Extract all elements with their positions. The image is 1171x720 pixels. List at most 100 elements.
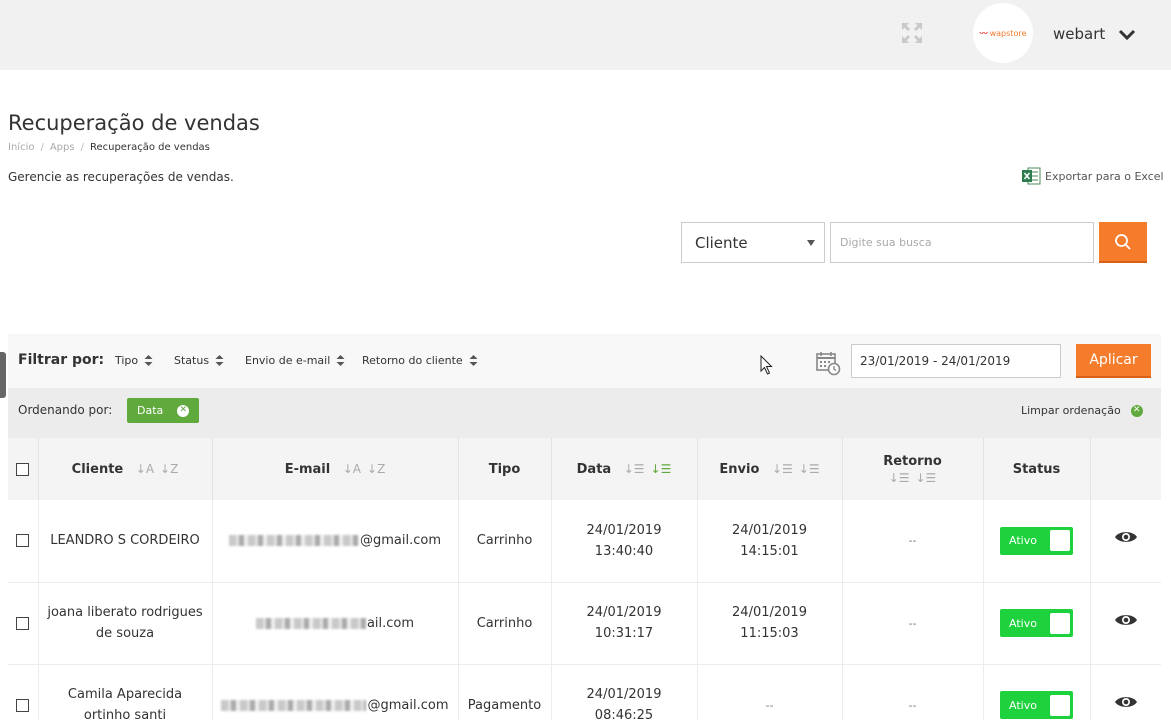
eye-icon[interactable] [1114, 530, 1138, 544]
cell-actions [1090, 582, 1161, 665]
cell-email: ail.com [212, 582, 459, 665]
sort-desc-icon[interactable]: ↓Z [367, 462, 385, 476]
cell-status: Ativo [983, 500, 1091, 583]
redacted-email [221, 699, 367, 711]
breadcrumb-separator: / [40, 142, 44, 153]
sort-desc-icon[interactable]: ↓☰ [916, 471, 937, 485]
clear-sort-icon: ✕ [1130, 404, 1143, 417]
sort-desc-icon[interactable]: ↓Z [160, 462, 178, 476]
select-all-checkbox[interactable] [16, 462, 30, 476]
cell-data: 24/01/2019 10:31:17 [551, 582, 698, 665]
sort-label: Ordenando por: [18, 403, 113, 417]
export-excel-link[interactable]: Exportar para o Excel [1021, 166, 1164, 186]
mouse-cursor-icon [760, 355, 773, 375]
username[interactable]: webart [1053, 25, 1105, 43]
header-actions [1090, 438, 1161, 500]
sort-asc-icon[interactable]: ↓☰ [772, 462, 793, 476]
toggle-knob [1050, 694, 1070, 716]
sort-updown-icon [469, 355, 478, 366]
sort-alpha-icons[interactable]: ↓A ↓Z [136, 462, 179, 476]
header-select-all [8, 438, 39, 500]
filter-status[interactable]: Status [174, 354, 224, 367]
eye-icon[interactable] [1114, 695, 1138, 709]
status-toggle-label: Ativo [1009, 698, 1037, 712]
apply-button[interactable]: Aplicar [1076, 344, 1151, 378]
sort-asc-icon[interactable]: ↓☰ [624, 462, 645, 476]
chevron-down-icon[interactable] [1117, 27, 1137, 43]
cell-tipo: Carrinho [458, 500, 552, 583]
calendar-clock-icon[interactable] [815, 350, 841, 376]
sort-asc-icon[interactable]: ↓☰ [889, 471, 910, 485]
cell-retorno: -- [842, 664, 984, 720]
filter-bar: Filtrar por: Tipo Status Envio de e-mail… [8, 334, 1161, 388]
search-input[interactable] [830, 222, 1094, 263]
sort-asc-icon[interactable]: ↓A [343, 462, 361, 476]
toggle-knob [1050, 612, 1070, 634]
data-date: 24/01/2019 [586, 522, 662, 538]
sort-numeric-icons[interactable]: ↓☰ ↓☰ [772, 462, 820, 476]
filter-envio-email[interactable]: Envio de e-mail [245, 354, 345, 367]
sort-desc-active-icon[interactable]: ↓☰ [651, 462, 672, 476]
header-email[interactable]: E-mail ↓A ↓Z [212, 438, 459, 500]
sort-alpha-icons[interactable]: ↓A ↓Z [343, 462, 386, 476]
data-time: 08:46:25 [594, 708, 654, 720]
breadcrumb-inicio[interactable]: Início [8, 142, 34, 153]
status-toggle[interactable]: Ativo [1000, 609, 1073, 637]
row-checkbox[interactable] [16, 534, 30, 548]
avatar[interactable]: 〰 wapstore [973, 3, 1033, 63]
status-toggle[interactable]: Ativo [1000, 526, 1073, 555]
row-checkbox[interactable] [16, 698, 30, 712]
header-data[interactable]: Data ↓☰ ↓☰ [551, 438, 698, 500]
header-envio[interactable]: Envio ↓☰ ↓☰ [697, 438, 843, 500]
envio-date: 24/01/2019 [732, 522, 807, 538]
envio-time: 14:15:01 [740, 543, 799, 559]
sort-desc-icon[interactable]: ↓☰ [799, 462, 820, 476]
breadcrumb-apps[interactable]: Apps [50, 142, 75, 153]
sort-asc-icon[interactable]: ↓A [136, 462, 154, 476]
sort-updown-icon [144, 355, 153, 366]
clear-sort-label: Limpar ordenação [1021, 404, 1121, 417]
sort-numeric-icons[interactable]: ↓☰ ↓☰ [624, 462, 672, 476]
redacted-email [228, 535, 359, 547]
header-cliente[interactable]: Cliente ↓A ↓Z [38, 438, 213, 500]
logo-text: wapstore [989, 28, 1027, 38]
header-status-label: Status [1012, 461, 1061, 477]
breadcrumb: Início / Apps / Recuperação de vendas [8, 142, 210, 153]
cell-retorno: -- [842, 500, 984, 583]
header-email-label: E-mail [284, 461, 331, 477]
envio-date: -- [765, 698, 774, 712]
sort-numeric-icons[interactable]: ↓☰ ↓☰ [847, 471, 979, 485]
eye-icon[interactable] [1114, 613, 1138, 627]
filter-retorno-cliente[interactable]: Retorno do cliente [362, 354, 478, 367]
cell-cliente: LEANDRO S CORDEIRO [38, 500, 213, 583]
header-tipo-label: Tipo [488, 461, 521, 477]
header-data-label: Data [576, 461, 612, 477]
status-toggle[interactable]: Ativo [1000, 691, 1073, 719]
clear-sort-link[interactable]: Limpar ordenação ✕ [1021, 404, 1143, 417]
header-cliente-label: Cliente [71, 461, 124, 477]
table-row: Camila Aparecida ortinho santi @gmail.co… [8, 664, 1161, 720]
export-label: Exportar para o Excel [1045, 169, 1164, 183]
remove-sort-icon[interactable]: ✕ [177, 404, 190, 417]
row-checkbox[interactable] [16, 616, 30, 630]
filter-label: Filtrar por: [18, 352, 105, 368]
sort-updown-icon [215, 355, 224, 366]
search-field-select[interactable]: Cliente [681, 222, 825, 263]
cell-email: @gmail.com [212, 500, 459, 583]
cell-envio: 24/01/2019 11:15:03 [697, 582, 843, 665]
page-title: Recuperação de vendas [8, 111, 260, 135]
date-range-input[interactable] [851, 344, 1061, 378]
header-envio-label: Envio [719, 461, 760, 477]
header-retorno[interactable]: Retorno ↓☰ ↓☰ [842, 438, 984, 500]
search-button[interactable] [1099, 222, 1147, 263]
filter-tipo[interactable]: Tipo [115, 354, 153, 367]
redacted-email [255, 617, 366, 629]
table-row: joana liberato rodrigues de souza ail.co… [8, 582, 1161, 665]
cell-tipo: Carrinho [458, 582, 552, 665]
sort-chip-data[interactable]: Data ✕ [127, 398, 200, 423]
side-collapse-tab[interactable] [0, 352, 6, 398]
cell-status: Ativo [983, 582, 1091, 665]
search-icon [1115, 233, 1131, 250]
breadcrumb-separator: / [80, 142, 84, 153]
expand-icon[interactable] [900, 21, 924, 45]
